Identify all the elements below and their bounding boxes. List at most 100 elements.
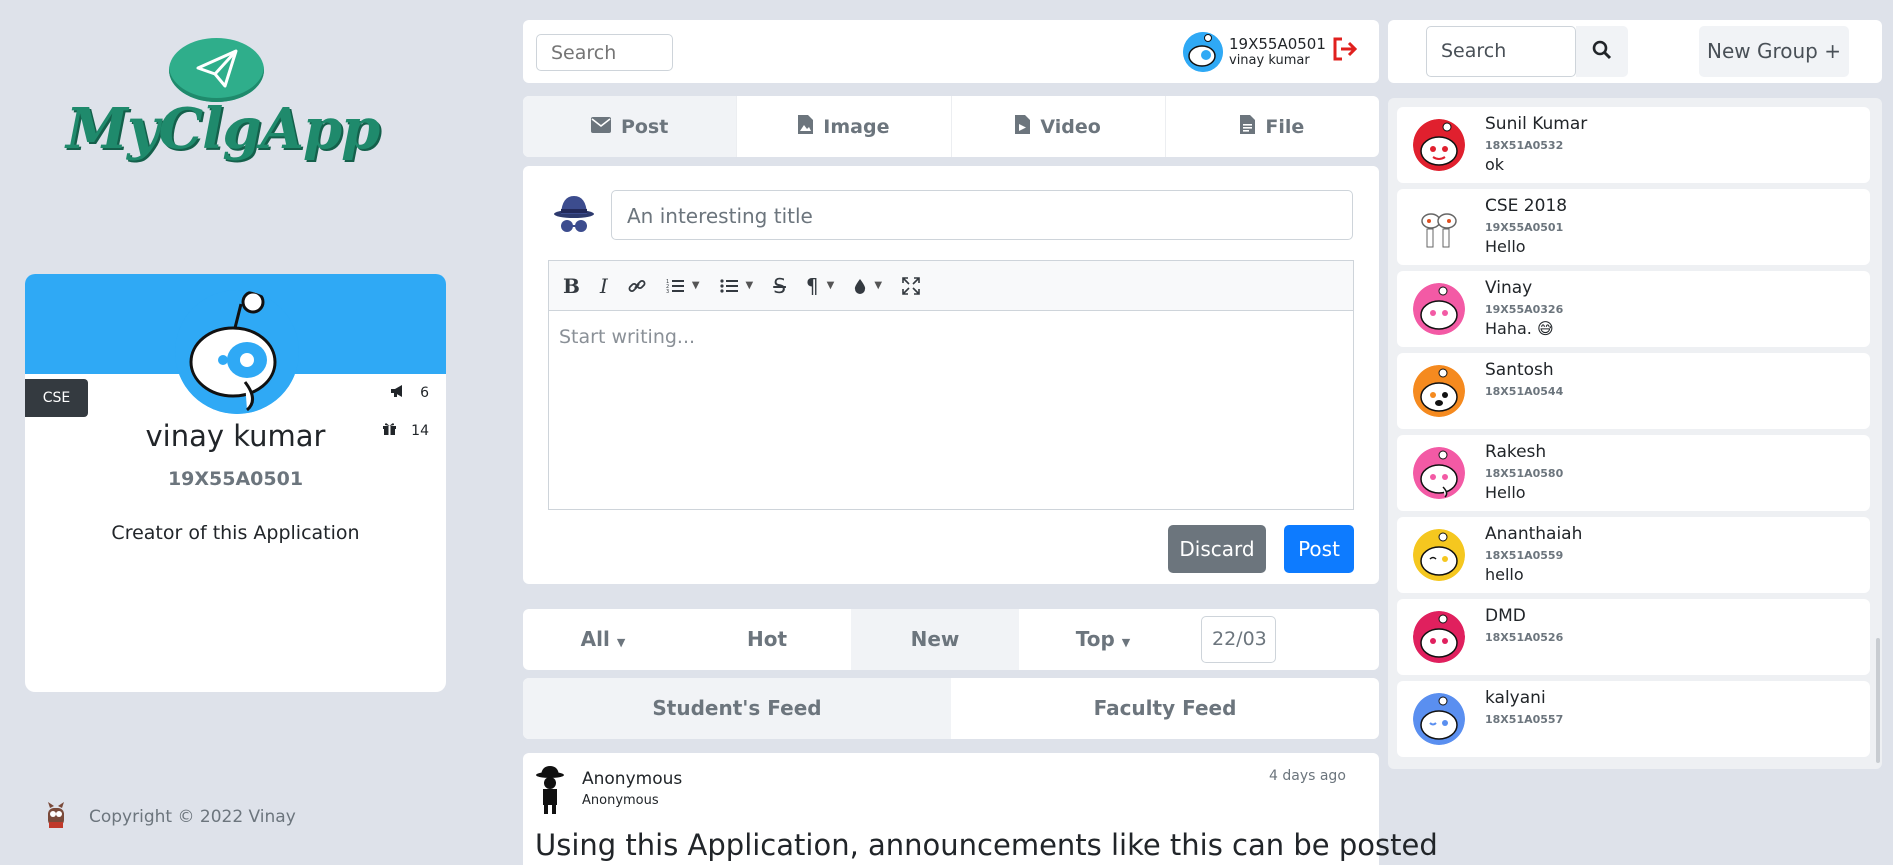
current-user[interactable]: 19X55A0501 vinay kumar <box>1183 32 1326 72</box>
chat-avatar <box>1413 365 1465 417</box>
chat-item-cse-2018[interactable]: CSE 2018 19X55A0501 Hello <box>1397 189 1870 265</box>
tab-post[interactable]: Post <box>523 96 738 157</box>
chat-top-bar: Search New Group + <box>1388 20 1882 83</box>
ordered-list-icon[interactable]: 1 2 3 ▼ <box>666 261 700 311</box>
envelope-icon <box>590 116 611 138</box>
chat-item-kalyani[interactable]: kalyani 18X51A0557 <box>1397 681 1870 757</box>
chat-search-input[interactable]: Search <box>1426 26 1576 77</box>
chat-avatar <box>1413 283 1465 335</box>
announcements-count: 6 <box>420 385 429 401</box>
chat-id: 18X51A0559 <box>1485 549 1564 562</box>
chat-item-santosh[interactable]: Santosh 18X51A0544 <box>1397 353 1870 429</box>
caret-down-icon: ▼ <box>616 636 626 649</box>
user-info: 19X55A0501 vinay kumar <box>1229 35 1326 69</box>
chat-id: 19X55A0501 <box>1485 221 1564 234</box>
editor-body[interactable]: Start writing... <box>549 311 1353 363</box>
tab-file[interactable]: File <box>1166 96 1379 157</box>
post-author: Anonymous <box>582 769 683 789</box>
chat-last-message: ok <box>1485 155 1505 174</box>
tab-label: Image <box>823 115 890 138</box>
chevron-down-icon: ▼ <box>691 280 700 291</box>
link-icon[interactable] <box>628 261 646 311</box>
chevron-down-icon: ▼ <box>745 280 754 291</box>
tab-video[interactable]: Video <box>952 96 1166 157</box>
new-group-button[interactable]: New Group + <box>1699 26 1849 77</box>
chat-id: 18X51A0557 <box>1485 713 1564 726</box>
chat-avatar <box>1413 447 1465 499</box>
sort-top-label: Top <box>1075 627 1115 651</box>
post-body: Using this Application, announcements li… <box>535 828 1438 862</box>
italic-icon[interactable]: I <box>600 261 608 311</box>
chat-id: 18X51A0544 <box>1485 385 1564 398</box>
caret-down-icon: ▼ <box>1121 636 1131 649</box>
strikethrough-icon[interactable]: S <box>773 261 786 311</box>
post-card[interactable]: Anonymous Anonymous 4 days ago Using thi… <box>523 753 1438 865</box>
feed-tabs: Student's Feed Faculty Feed <box>523 678 1379 739</box>
search-input[interactable] <box>536 34 673 71</box>
rich-text-editor: B I 1 2 3 ▼ ▼ S ¶ ▼ ▼ Start writing... <box>548 260 1354 510</box>
post-type-tabs: Post Image Video File <box>523 96 1379 157</box>
post-button[interactable]: Post <box>1284 525 1354 573</box>
video-file-icon <box>1015 114 1031 139</box>
logout-icon[interactable] <box>1331 36 1359 66</box>
chat-name: Vinay <box>1485 278 1533 298</box>
chat-avatar <box>1413 693 1465 745</box>
profile-name: vinay kumar <box>145 419 326 453</box>
tab-faculty-feed[interactable]: Faculty Feed <box>951 678 1379 739</box>
chat-avatar <box>1413 119 1465 171</box>
profile-avatar[interactable] <box>175 290 299 414</box>
sort-all-label: All <box>580 627 610 651</box>
chat-avatar <box>1413 529 1465 581</box>
chevron-down-icon: ▼ <box>826 280 835 291</box>
user-avatar <box>1183 32 1223 72</box>
app-logo[interactable]: MyClgApp <box>66 38 380 173</box>
footer-avatar-icon <box>45 800 67 834</box>
sort-hot[interactable]: Hot <box>683 609 851 670</box>
tab-label: Video <box>1040 115 1101 138</box>
search-button[interactable] <box>1576 26 1628 77</box>
megaphone-icon <box>390 384 406 402</box>
chat-list: Sunil Kumar 18X51A0532 ok CSE 2018 19X55… <box>1388 98 1882 769</box>
svg-text:3: 3 <box>666 289 669 294</box>
chat-id: 18X51A0532 <box>1485 139 1564 152</box>
sort-new[interactable]: New <box>851 609 1019 670</box>
chat-item-rakesh[interactable]: Rakesh 18X51A0580 Hello <box>1397 435 1870 511</box>
sort-bar: All ▼ Hot New Top ▼ 22/03 <box>523 609 1379 670</box>
chat-list-scrollbar[interactable] <box>1876 638 1880 763</box>
chat-name: Rakesh <box>1485 442 1547 462</box>
date-input[interactable]: 22/03 <box>1201 616 1276 663</box>
post-author-subtitle: Anonymous <box>582 793 659 808</box>
fullscreen-icon[interactable] <box>902 261 920 311</box>
chat-item-sunil-kumar[interactable]: Sunil Kumar 18X51A0532 ok <box>1397 107 1870 183</box>
post-title-input[interactable]: An interesting title <box>611 190 1353 240</box>
anonymous-user-icon <box>535 765 565 819</box>
bold-icon[interactable]: B <box>563 261 580 311</box>
chat-name: DMD <box>1485 606 1526 626</box>
chat-item-dmd[interactable]: DMD 18X51A0526 <box>1397 599 1870 675</box>
tab-students-feed[interactable]: Student's Feed <box>523 678 951 739</box>
chat-id: 18X51A0580 <box>1485 467 1564 480</box>
copyright-text: Copyright © 2022 Vinay <box>89 807 296 827</box>
color-drop-icon[interactable]: ▼ <box>854 261 882 311</box>
bullet-list-icon[interactable]: ▼ <box>719 261 754 311</box>
discard-button[interactable]: Discard <box>1168 525 1266 573</box>
sort-all-dropdown[interactable]: All ▼ <box>523 609 683 670</box>
sort-top-dropdown[interactable]: Top ▼ <box>1019 609 1187 670</box>
chat-last-message: Hello <box>1485 237 1526 256</box>
chat-avatar <box>1413 611 1465 663</box>
chat-name: CSE 2018 <box>1485 196 1568 216</box>
announcements-stat: 6 <box>390 384 429 402</box>
dept-badge: CSE <box>25 379 88 417</box>
chat-name: Sunil Kumar <box>1485 114 1588 134</box>
tab-label: Post <box>620 115 669 138</box>
profile-card: CSE 6 14 vinay kumar 19X55A0501 Creator … <box>25 274 446 692</box>
paragraph-icon[interactable]: ¶ ▼ <box>806 261 834 311</box>
chat-item-ananthaiah[interactable]: Ananthaiah 18X51A0559 hello <box>1397 517 1870 593</box>
user-name: vinay kumar <box>1229 53 1310 68</box>
anonymous-avatar-icon <box>553 192 595 240</box>
tab-image[interactable]: Image <box>737 96 952 157</box>
logo-text: MyClgApp <box>66 96 380 162</box>
top-bar: 19X55A0501 vinay kumar <box>523 20 1379 83</box>
image-file-icon <box>798 114 814 139</box>
chat-item-vinay[interactable]: Vinay 19X55A0326 Haha. 😅 <box>1397 271 1870 347</box>
